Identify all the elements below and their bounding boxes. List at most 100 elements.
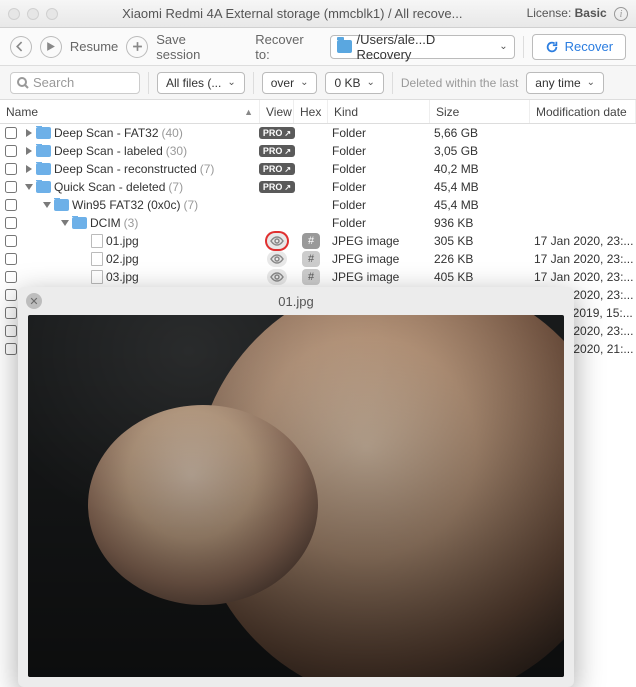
recover-to-label: Recover to: bbox=[255, 32, 321, 62]
window-title: Xiaomi Redmi 4A External storage (mmcblk… bbox=[58, 6, 527, 21]
disclosure-triangle-icon[interactable] bbox=[26, 129, 32, 137]
row-size: 226 KB bbox=[430, 252, 530, 266]
row-checkbox[interactable] bbox=[5, 271, 17, 283]
file-icon bbox=[91, 270, 103, 284]
preview-eye-icon[interactable] bbox=[267, 269, 287, 285]
search-placeholder: Search bbox=[33, 75, 74, 90]
row-checkbox[interactable] bbox=[5, 325, 17, 337]
divider bbox=[392, 72, 393, 94]
row-size: 5,66 GB bbox=[430, 126, 530, 140]
folder-icon bbox=[72, 217, 87, 229]
filter-bar: Search All files (...⌄ over⌄ 0 KB⌄ Delet… bbox=[0, 66, 636, 100]
row-checkbox[interactable] bbox=[5, 307, 17, 319]
row-name: Deep Scan - FAT32 bbox=[54, 126, 159, 140]
col-size[interactable]: Size bbox=[430, 100, 530, 123]
recover-button[interactable]: Recover bbox=[532, 34, 626, 60]
row-count: (7) bbox=[200, 162, 215, 176]
col-kind[interactable]: Kind bbox=[328, 100, 430, 123]
zoom-window-icon[interactable] bbox=[46, 8, 58, 20]
row-checkbox[interactable] bbox=[5, 343, 17, 355]
table-row[interactable]: Deep Scan - FAT32 (40)PROFolder5,66 GB bbox=[0, 124, 636, 142]
table-row[interactable]: Quick Scan - deleted (7)PROFolder45,4 MB bbox=[0, 178, 636, 196]
disclosure-triangle-icon[interactable] bbox=[26, 165, 32, 173]
disclosure-triangle-icon[interactable] bbox=[26, 147, 32, 155]
preview-title: 01.jpg bbox=[42, 294, 550, 309]
table-row[interactable]: Deep Scan - labeled (30)PROFolder3,05 GB bbox=[0, 142, 636, 160]
row-checkbox[interactable] bbox=[5, 235, 17, 247]
row-count: (30) bbox=[166, 144, 187, 158]
row-checkbox[interactable] bbox=[5, 181, 17, 193]
column-headers: Name▲ View Hex Kind Size Modification da… bbox=[0, 100, 636, 124]
recover-icon bbox=[545, 40, 559, 54]
row-name: 02.jpg bbox=[106, 252, 139, 266]
table-row[interactable]: DCIM (3)Folder936 KB bbox=[0, 214, 636, 232]
row-kind: Folder bbox=[328, 198, 430, 212]
size-value[interactable]: 0 KB⌄ bbox=[325, 72, 383, 94]
row-name: Deep Scan - labeled bbox=[54, 144, 163, 158]
table-row[interactable]: 03.jpg#JPEG image405 KB17 Jan 2020, 23:.… bbox=[0, 268, 636, 286]
row-checkbox[interactable] bbox=[5, 145, 17, 157]
preview-eye-icon[interactable] bbox=[267, 233, 287, 249]
time-filter[interactable]: any time⌄ bbox=[526, 72, 604, 94]
size-comparator[interactable]: over⌄ bbox=[262, 72, 318, 94]
window-controls bbox=[8, 8, 58, 20]
hex-badge[interactable]: # bbox=[302, 233, 320, 249]
disclosure-triangle-icon[interactable] bbox=[25, 184, 33, 190]
file-type-filter[interactable]: All files (...⌄ bbox=[157, 72, 245, 94]
pro-badge[interactable]: PRO bbox=[259, 127, 295, 139]
minimize-window-icon[interactable] bbox=[27, 8, 39, 20]
preview-eye-icon[interactable] bbox=[267, 251, 287, 267]
save-session-button[interactable] bbox=[126, 36, 148, 58]
row-name: Quick Scan - deleted bbox=[54, 180, 165, 194]
row-checkbox[interactable] bbox=[5, 163, 17, 175]
row-checkbox[interactable] bbox=[5, 199, 17, 211]
titlebar: Xiaomi Redmi 4A External storage (mmcblk… bbox=[0, 0, 636, 28]
row-date: 17 Jan 2020, 23:... bbox=[530, 252, 636, 266]
preview-window: ✕ 01.jpg bbox=[18, 287, 574, 687]
row-name: 01.jpg bbox=[106, 234, 139, 248]
table-row[interactable]: 02.jpg # JPEG image226 KB17 Jan 2020, 23:.… bbox=[0, 250, 636, 268]
row-name: Deep Scan - reconstructed bbox=[54, 162, 197, 176]
resume-label: Resume bbox=[70, 39, 118, 54]
col-hex[interactable]: Hex bbox=[294, 100, 328, 123]
row-checkbox[interactable] bbox=[5, 253, 17, 265]
row-kind: Folder bbox=[328, 144, 430, 158]
folder-icon bbox=[36, 181, 51, 193]
file-icon bbox=[91, 234, 103, 248]
close-window-icon[interactable] bbox=[8, 8, 20, 20]
row-size: 45,4 MB bbox=[430, 198, 530, 212]
col-name[interactable]: Name▲ bbox=[0, 100, 260, 123]
pro-badge[interactable]: PRO bbox=[259, 181, 295, 193]
info-icon[interactable]: i bbox=[614, 7, 628, 21]
hex-badge[interactable]: # bbox=[302, 269, 320, 285]
preview-header: ✕ 01.jpg bbox=[18, 287, 574, 315]
col-mod[interactable]: Modification date bbox=[530, 100, 636, 123]
pro-badge[interactable]: PRO bbox=[259, 145, 295, 157]
hex-badge[interactable]: # bbox=[302, 251, 320, 267]
pro-badge[interactable]: PRO bbox=[259, 163, 295, 175]
folder-icon bbox=[36, 127, 51, 139]
table-row[interactable]: Deep Scan - reconstructed (7)PROFolder40… bbox=[0, 160, 636, 178]
row-kind: Folder bbox=[328, 180, 430, 194]
disclosure-triangle-icon[interactable] bbox=[61, 220, 69, 226]
table-row[interactable]: 01.jpg#JPEG image305 KB17 Jan 2020, 23:.… bbox=[0, 232, 636, 250]
row-name: 03.jpg bbox=[106, 270, 139, 284]
resume-button[interactable] bbox=[40, 36, 62, 58]
col-view[interactable]: View bbox=[260, 100, 294, 123]
row-checkbox[interactable] bbox=[5, 217, 17, 229]
sort-asc-icon: ▲ bbox=[244, 107, 253, 117]
row-kind: JPEG image bbox=[328, 252, 430, 266]
folder-icon bbox=[337, 40, 353, 53]
recover-path-selector[interactable]: /Users/ale...D Recovery ⌄ bbox=[330, 35, 515, 59]
folder-icon bbox=[36, 145, 51, 157]
search-input[interactable]: Search bbox=[10, 72, 140, 94]
row-count: (7) bbox=[183, 198, 198, 212]
toolbar: Resume Save session Recover to: /Users/a… bbox=[0, 28, 636, 66]
disclosure-triangle-icon[interactable] bbox=[43, 202, 51, 208]
close-preview-button[interactable]: ✕ bbox=[26, 293, 42, 309]
folder-icon bbox=[36, 163, 51, 175]
table-row[interactable]: Win95 FAT32 (0x0c) (7)Folder45,4 MB bbox=[0, 196, 636, 214]
row-checkbox[interactable] bbox=[5, 289, 17, 301]
row-checkbox[interactable] bbox=[5, 127, 17, 139]
back-button[interactable] bbox=[10, 36, 32, 58]
